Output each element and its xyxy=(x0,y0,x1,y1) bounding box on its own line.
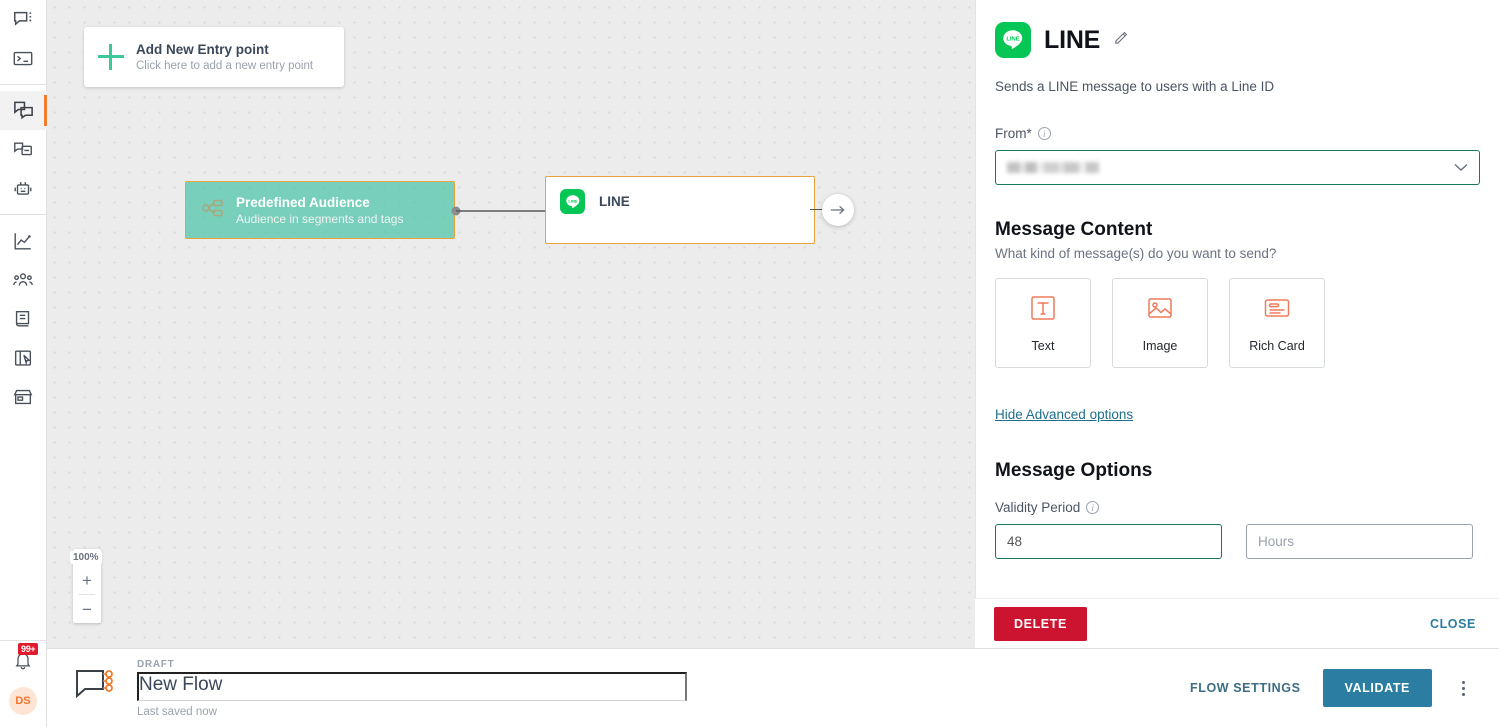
node-line[interactable]: LINE LINE xyxy=(545,176,815,244)
panel-cursor-icon xyxy=(12,347,34,369)
node-config-panel: LINE LINE Sends a LINE message to users … xyxy=(975,0,1499,648)
message-type-cards: Text Image Rich Card xyxy=(995,278,1480,368)
bottom-bar: DRAFT Last saved now FLOW SETTINGS VALID… xyxy=(47,648,1499,727)
svg-text:LINE: LINE xyxy=(1006,36,1019,42)
validity-value-input[interactable]: 48 xyxy=(995,524,1222,559)
sidebar-item-bots[interactable] xyxy=(0,169,47,208)
rail-group-data xyxy=(0,221,46,416)
entry-card-title: Add New Entry point xyxy=(136,41,269,57)
line-chart-icon xyxy=(12,230,34,252)
plus-icon xyxy=(98,44,124,70)
info-icon-from[interactable]: i xyxy=(1037,127,1051,140)
audience-node-title: Predefined Audience xyxy=(236,194,370,210)
line-logo-icon-large: LINE xyxy=(995,22,1031,58)
sidebar-item-templates[interactable] xyxy=(0,338,47,377)
from-label-text: From* xyxy=(995,126,1032,141)
chat-bubble-menu-icon xyxy=(12,9,34,31)
entry-card-text: Add New Entry point Click here to add a … xyxy=(136,41,313,74)
from-field-label: From* i xyxy=(995,126,1480,141)
sidebar-item-conversations[interactable] xyxy=(0,0,47,39)
line-logo-icon: LINE xyxy=(560,189,585,214)
flows-icon xyxy=(12,99,35,122)
terminal-icon xyxy=(12,48,34,70)
rail-group-top xyxy=(0,0,46,78)
inbox-icon xyxy=(12,139,34,161)
delete-button[interactable]: DELETE xyxy=(994,606,1087,641)
validity-period-row: 48 Hours xyxy=(995,524,1480,559)
page-title: LINE xyxy=(1044,25,1101,54)
rail-divider-1 xyxy=(0,84,46,85)
flow-settings-button[interactable]: FLOW SETTINGS xyxy=(1190,681,1301,695)
message-type-rich-card[interactable]: Rich Card xyxy=(1229,278,1325,368)
rail-divider-2 xyxy=(0,214,46,215)
left-rail: 99+ DS xyxy=(0,0,47,727)
entry-card-subtitle: Click here to add a new entry point xyxy=(136,59,314,72)
message-type-image-label: Image xyxy=(1142,338,1178,353)
audience-node-text: Predefined Audience Audience in segments… xyxy=(236,194,403,227)
flow-name-input[interactable] xyxy=(137,671,687,701)
validity-period-label-text: Validity Period xyxy=(995,500,1081,515)
robot-icon xyxy=(12,178,34,200)
validity-unit-select[interactable]: Hours xyxy=(1246,524,1473,559)
audience-node-subtitle: Audience in segments and tags xyxy=(236,211,404,226)
zoom-in-button[interactable]: + xyxy=(73,566,101,594)
sidebar-item-analytics[interactable] xyxy=(0,221,47,260)
people-icon xyxy=(12,269,34,291)
image-icon xyxy=(1146,294,1174,327)
from-select-value-redacted xyxy=(1007,162,1099,173)
validity-period-label: Validity Period i xyxy=(995,500,1480,515)
info-icon-validity[interactable]: i xyxy=(1086,501,1100,514)
sidebar-item-audiences[interactable] xyxy=(0,260,47,299)
message-type-image[interactable]: Image xyxy=(1112,278,1208,368)
message-type-text-label: Text xyxy=(1031,338,1055,353)
sidebar-item-store[interactable] xyxy=(0,377,47,416)
more-options-icon[interactable] xyxy=(1454,675,1473,702)
line-node-title: LINE xyxy=(599,194,630,209)
panel-body: LINE LINE Sends a LINE message to users … xyxy=(976,0,1499,648)
flow-status-label: DRAFT xyxy=(137,658,175,670)
sidebar-item-inbox[interactable] xyxy=(0,130,47,169)
rail-group-build xyxy=(0,91,47,208)
message-content-subtitle: What kind of message(s) do you want to s… xyxy=(995,246,1277,261)
message-type-text[interactable]: Text xyxy=(995,278,1091,368)
sidebar-item-console[interactable] xyxy=(0,39,47,78)
message-options-title: Message Options xyxy=(995,460,1153,481)
flow-icon xyxy=(73,666,119,711)
panel-description: Sends a LINE message to users with a Lin… xyxy=(995,79,1275,94)
edit-pencil-icon[interactable] xyxy=(1113,29,1130,51)
storefront-icon xyxy=(12,386,34,408)
message-content-title: Message Content xyxy=(995,219,1153,240)
panel-header: LINE LINE xyxy=(995,22,1480,58)
bottom-actions: FLOW SETTINGS VALIDATE xyxy=(1190,669,1473,707)
flow-canvas[interactable]: Add New Entry point Click here to add a … xyxy=(47,0,975,648)
svg-text:LINE: LINE xyxy=(568,198,578,203)
sidebar-item-flows[interactable] xyxy=(0,91,47,130)
audience-segment-icon xyxy=(200,197,226,224)
close-button[interactable]: CLOSE xyxy=(1426,607,1480,641)
sidebar-item-catalog[interactable] xyxy=(0,299,47,338)
zoom-level-label: 100% xyxy=(70,551,102,564)
rail-bottom: 99+ DS xyxy=(8,643,39,727)
avatar[interactable]: DS xyxy=(9,687,37,715)
add-next-node-button[interactable] xyxy=(822,194,854,226)
notification-badge: 99+ xyxy=(18,643,39,655)
node-predefined-audience[interactable]: Predefined Audience Audience in segments… xyxy=(185,181,455,239)
notifications-button[interactable]: 99+ xyxy=(8,643,39,677)
from-select[interactable] xyxy=(995,150,1480,185)
panel-footer: DELETE CLOSE xyxy=(975,598,1499,648)
rich-card-icon xyxy=(1263,294,1291,327)
zoom-out-button[interactable]: − xyxy=(73,595,101,623)
text-icon xyxy=(1029,294,1057,327)
flow-meta: DRAFT Last saved now xyxy=(137,659,1190,718)
add-entry-point-card[interactable]: Add New Entry point Click here to add a … xyxy=(84,27,344,87)
rail-divider-3 xyxy=(0,640,46,641)
app-root: 99+ DS Add New Entry point Click here to… xyxy=(0,0,1499,727)
book-icon xyxy=(12,308,34,330)
line-node-header: LINE LINE xyxy=(560,189,800,214)
flow-last-saved: Last saved now xyxy=(137,705,217,718)
chevron-down-icon xyxy=(1454,159,1468,177)
message-type-rich-card-label: Rich Card xyxy=(1249,338,1305,353)
hide-advanced-options-link[interactable]: Hide Advanced options xyxy=(995,407,1133,422)
validate-button[interactable]: VALIDATE xyxy=(1322,669,1432,707)
